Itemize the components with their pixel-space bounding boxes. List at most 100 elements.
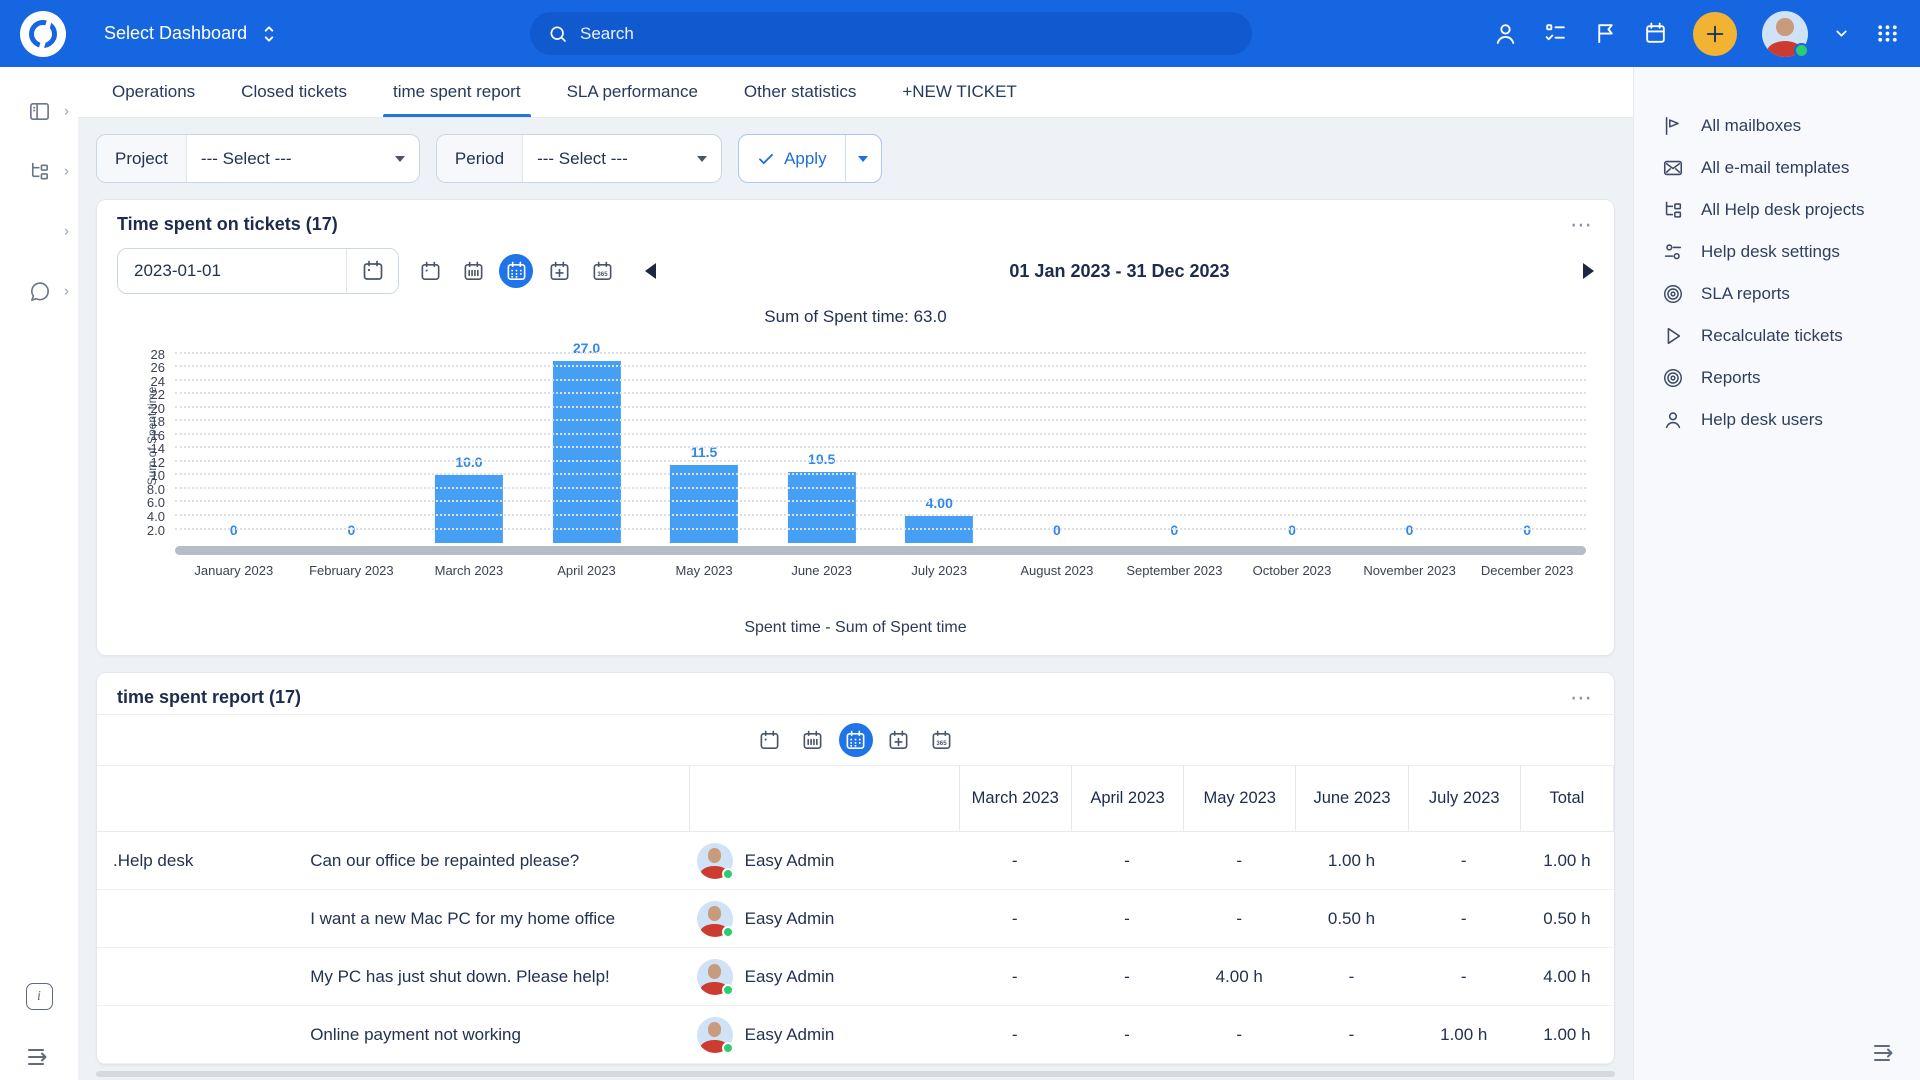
apply-button[interactable]: Apply xyxy=(739,135,845,182)
search-bar[interactable] xyxy=(530,12,1252,55)
bar[interactable] xyxy=(670,465,738,543)
sidebar-item-tree[interactable]: › xyxy=(0,141,78,201)
x-axis-label: August 2023 xyxy=(998,563,1116,578)
avatar xyxy=(697,843,733,879)
gridline xyxy=(175,487,1586,489)
gridline xyxy=(175,460,1586,462)
x-axis-label: May 2023 xyxy=(645,563,763,578)
panel-menu-button[interactable]: ⋯ xyxy=(1570,220,1594,230)
tab-sla-performance[interactable]: SLA performance xyxy=(565,67,700,117)
tasks-icon[interactable] xyxy=(1543,21,1568,46)
sidebar-item-reports[interactable]: Reports xyxy=(1634,357,1920,399)
project-select[interactable]: Project --- Select --- xyxy=(96,134,420,183)
tab-new-ticket[interactable]: +NEW TICKET xyxy=(900,67,1018,117)
next-period-button[interactable] xyxy=(1583,263,1594,279)
time-spent-chart-panel: Time spent on tickets (17) ⋯ xyxy=(96,199,1615,656)
app-logo[interactable] xyxy=(20,11,66,57)
total-cell: 1.00 h xyxy=(1520,1025,1614,1045)
period-scale-buttons: 365 xyxy=(413,254,619,288)
sidebar-item-collapsed[interactable]: › xyxy=(0,201,78,261)
calendar-month-icon[interactable] xyxy=(499,254,533,288)
period-select[interactable]: Period --- Select --- xyxy=(436,134,722,183)
time-spent-table-panel: time spent report (17) ⋯ xyxy=(96,672,1615,1065)
gridline xyxy=(175,446,1586,448)
calendar-year-icon[interactable]: 365 xyxy=(585,254,619,288)
info-icon[interactable]: i xyxy=(26,983,53,1010)
calendar-week-icon[interactable] xyxy=(796,723,830,757)
chevron-down-icon[interactable] xyxy=(1833,25,1850,42)
topbar: Select Dashboard xyxy=(0,0,1920,67)
tab-other-statistics[interactable]: Other statistics xyxy=(742,67,858,117)
subject-cell[interactable]: My PC has just shut down. Please help! xyxy=(294,967,688,987)
avatar[interactable] xyxy=(1762,11,1808,57)
sidebar-item-help-desk-settings[interactable]: Help desk settings xyxy=(1634,231,1920,273)
bar[interactable] xyxy=(435,475,503,543)
tab-time-spent-report[interactable]: time spent report xyxy=(391,67,523,117)
status-dot xyxy=(1794,43,1809,58)
flag-icon[interactable] xyxy=(1593,21,1618,46)
panel-menu-button[interactable]: ⋯ xyxy=(1570,693,1594,703)
calendar-month-icon[interactable] xyxy=(839,723,873,757)
gridline xyxy=(175,419,1586,421)
sidebar-item-chat[interactable]: › xyxy=(0,261,78,321)
subject-cell[interactable]: I want a new Mac PC for my home office xyxy=(294,909,688,929)
sidebar-item-all-help-desk-projects[interactable]: All Help desk projects xyxy=(1634,189,1920,231)
x-axis-label: October 2023 xyxy=(1233,563,1351,578)
project-select-label: Project xyxy=(97,135,187,182)
col-march[interactable]: March 2023 xyxy=(959,766,1071,831)
calendar-quarter-icon[interactable] xyxy=(882,723,916,757)
sla-target-icon xyxy=(1662,283,1684,305)
sidebar-item-recalculate-tickets[interactable]: Recalculate tickets xyxy=(1634,315,1920,357)
expand-panel-icon[interactable] xyxy=(1872,1042,1898,1064)
tab-closed-tickets[interactable]: Closed tickets xyxy=(239,67,349,117)
col-june[interactable]: June 2023 xyxy=(1295,766,1407,831)
apps-grid-icon[interactable] xyxy=(1875,21,1900,46)
previous-period-button[interactable] xyxy=(645,263,656,279)
calendar-day-icon[interactable] xyxy=(753,723,787,757)
expand-panel-icon[interactable] xyxy=(26,1046,52,1068)
col-july[interactable]: July 2023 xyxy=(1408,766,1520,831)
col-may[interactable]: May 2023 xyxy=(1183,766,1295,831)
sidebar-item-help-desk-users[interactable]: Help desk users xyxy=(1634,399,1920,441)
avatar xyxy=(697,901,733,937)
sidebar-item-sla-reports[interactable]: SLA reports xyxy=(1634,273,1920,315)
date-input[interactable] xyxy=(118,249,346,293)
assignee-cell[interactable]: Easy Admin xyxy=(689,1017,959,1053)
table-row[interactable]: My PC has just shut down. Please help! E… xyxy=(97,948,1614,1006)
table-row[interactable]: .Help desk Can our office be repainted p… xyxy=(97,832,1614,890)
calendar-icon[interactable] xyxy=(1643,21,1668,46)
create-new-button[interactable] xyxy=(1693,12,1737,56)
calendar-year-icon[interactable]: 365 xyxy=(925,723,959,757)
calendar-week-icon[interactable] xyxy=(456,254,490,288)
subject-cell[interactable]: Online payment not working xyxy=(294,1025,688,1045)
date-picker-button[interactable] xyxy=(346,249,398,293)
bar[interactable] xyxy=(788,472,856,543)
y-axis-tick: 2.0 xyxy=(147,523,165,538)
apply-options-button[interactable] xyxy=(845,135,881,182)
horizontal-scrollbar[interactable] xyxy=(96,1071,1615,1077)
x-axis-label: December 2023 xyxy=(1468,563,1586,578)
assignee-cell[interactable]: Easy Admin xyxy=(689,843,959,879)
col-april[interactable]: April 2023 xyxy=(1071,766,1183,831)
search-input[interactable] xyxy=(578,23,1234,45)
value-cell: - xyxy=(959,967,1071,987)
x-axis-label: March 2023 xyxy=(410,563,528,578)
col-total[interactable]: Total xyxy=(1520,766,1614,831)
subject-cell[interactable]: Can our office be repainted please? xyxy=(294,851,688,871)
calendar-quarter-icon[interactable] xyxy=(542,254,576,288)
assignee-cell[interactable]: Easy Admin xyxy=(689,959,959,995)
project-cell[interactable]: .Help desk xyxy=(97,851,294,871)
sidebar-item-modules[interactable]: › xyxy=(0,81,78,141)
table-row[interactable]: I want a new Mac PC for my home office E… xyxy=(97,890,1614,948)
value-cell: 1.00 h xyxy=(1295,851,1407,871)
total-cell: 0.50 h xyxy=(1520,909,1614,929)
tab-operations[interactable]: Operations xyxy=(110,67,197,117)
assignee-cell[interactable]: Easy Admin xyxy=(689,901,959,937)
sidebar-item-all-email-templates[interactable]: All e-mail templates xyxy=(1634,147,1920,189)
calendar-day-icon[interactable] xyxy=(413,254,447,288)
dashboard-selector[interactable]: Select Dashboard xyxy=(104,23,279,45)
sidebar-item-all-mailboxes[interactable]: All mailboxes xyxy=(1634,105,1920,147)
table-row[interactable]: Online payment not working Easy Admin - … xyxy=(97,1006,1614,1064)
user-icon[interactable] xyxy=(1493,21,1518,46)
check-icon xyxy=(757,150,775,168)
